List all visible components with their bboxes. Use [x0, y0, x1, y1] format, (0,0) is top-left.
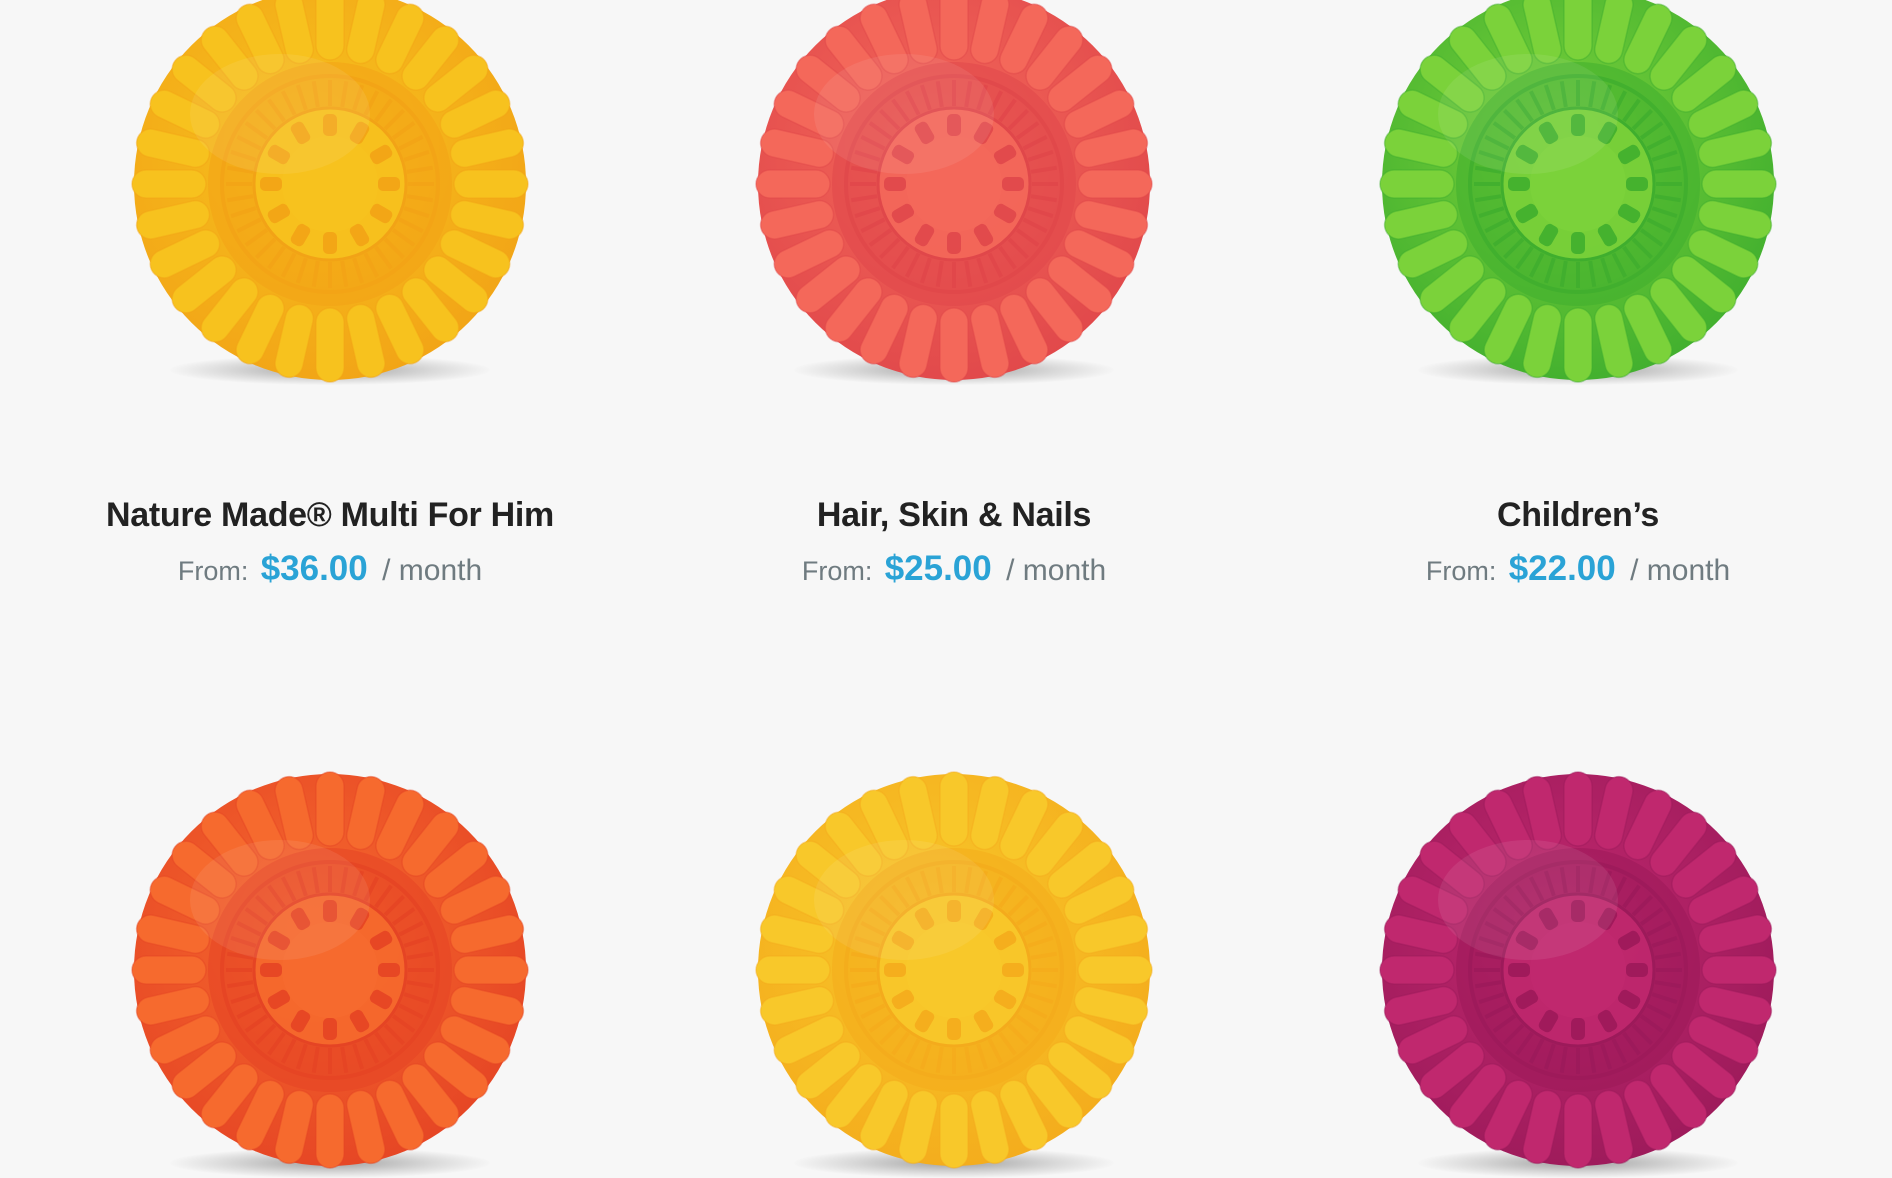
product-card[interactable]: Children’s From: $22.00 / month — [1318, 0, 1838, 589]
price-prefix: From: — [177, 556, 249, 586]
price-period: / month — [1630, 554, 1731, 587]
product-price: From: $36.00 / month — [70, 549, 590, 589]
product-image[interactable] — [694, 770, 1214, 1178]
product-image[interactable] — [694, 0, 1214, 400]
product-title[interactable]: Children’s — [1318, 496, 1838, 535]
vitamin-pack-icon — [131, 0, 529, 383]
product-image[interactable] — [1318, 0, 1838, 400]
product-grid: Nature Made® Multi For Him From: $36.00 … — [0, 0, 1892, 1178]
price-amount: $36.00 — [260, 549, 368, 588]
price-period: / month — [382, 554, 483, 587]
product-card[interactable] — [1318, 770, 1838, 1178]
vitamin-pack-icon — [1379, 771, 1777, 1169]
vitamin-pack-icon — [1379, 0, 1777, 383]
product-title[interactable]: Nature Made® Multi For Him — [70, 496, 590, 535]
product-card[interactable]: Nature Made® Multi For Him From: $36.00 … — [70, 0, 590, 589]
price-amount: $22.00 — [1508, 549, 1616, 588]
product-image[interactable] — [1318, 770, 1838, 1178]
price-amount: $25.00 — [884, 549, 992, 588]
vitamin-pack-icon — [755, 771, 1153, 1169]
vitamin-pack-icon — [755, 0, 1153, 383]
price-period: / month — [1006, 554, 1107, 587]
price-prefix: From: — [801, 556, 873, 586]
price-prefix: From: — [1425, 556, 1497, 586]
product-card[interactable] — [694, 770, 1214, 1178]
product-price: From: $25.00 / month — [694, 549, 1214, 589]
product-card[interactable] — [70, 770, 590, 1178]
product-card[interactable]: Hair, Skin & Nails From: $25.00 / month — [694, 0, 1214, 589]
vitamin-pack-icon — [131, 771, 529, 1169]
product-title[interactable]: Hair, Skin & Nails — [694, 496, 1214, 535]
product-image[interactable] — [70, 770, 590, 1178]
product-image[interactable] — [70, 0, 590, 400]
product-price: From: $22.00 / month — [1318, 549, 1838, 589]
